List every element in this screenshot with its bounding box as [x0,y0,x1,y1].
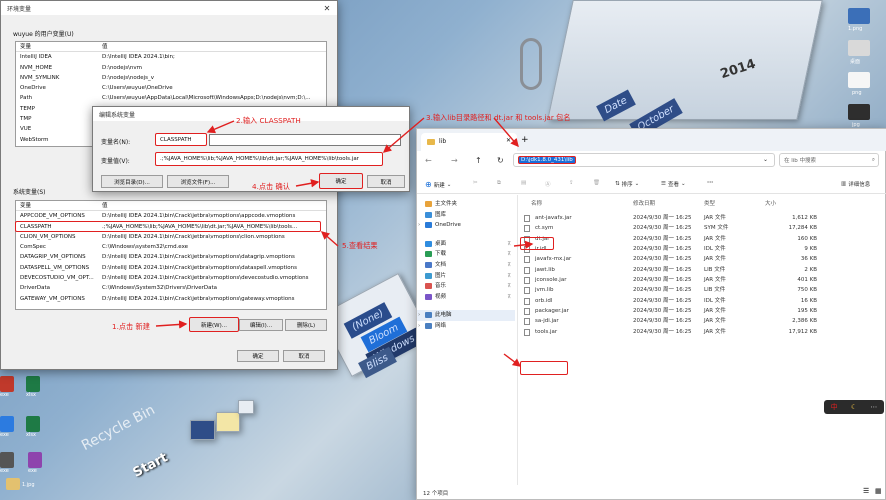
annotation-step-3: 3.输入lib目录路径和 dt.jar 和 tools.jar 包名 [426,113,571,122]
arrow-4 [295,179,320,188]
arrow-3d [503,353,522,367]
arrow-5 [320,231,339,247]
annotation-step-2: 2.输入 CLASSPATH [236,116,301,125]
annotation-step-4: 4.点击 确认 [252,182,290,191]
annotation-step-5: 5.查看结果 [342,241,378,250]
annotation-arrows [155,117,534,367]
arrow-1 [155,320,188,329]
annotation-step-1: 1.点击 新建 [112,322,150,331]
arrow-3a [382,117,425,153]
arrow-2 [206,120,235,134]
arrow-3c [513,240,534,249]
